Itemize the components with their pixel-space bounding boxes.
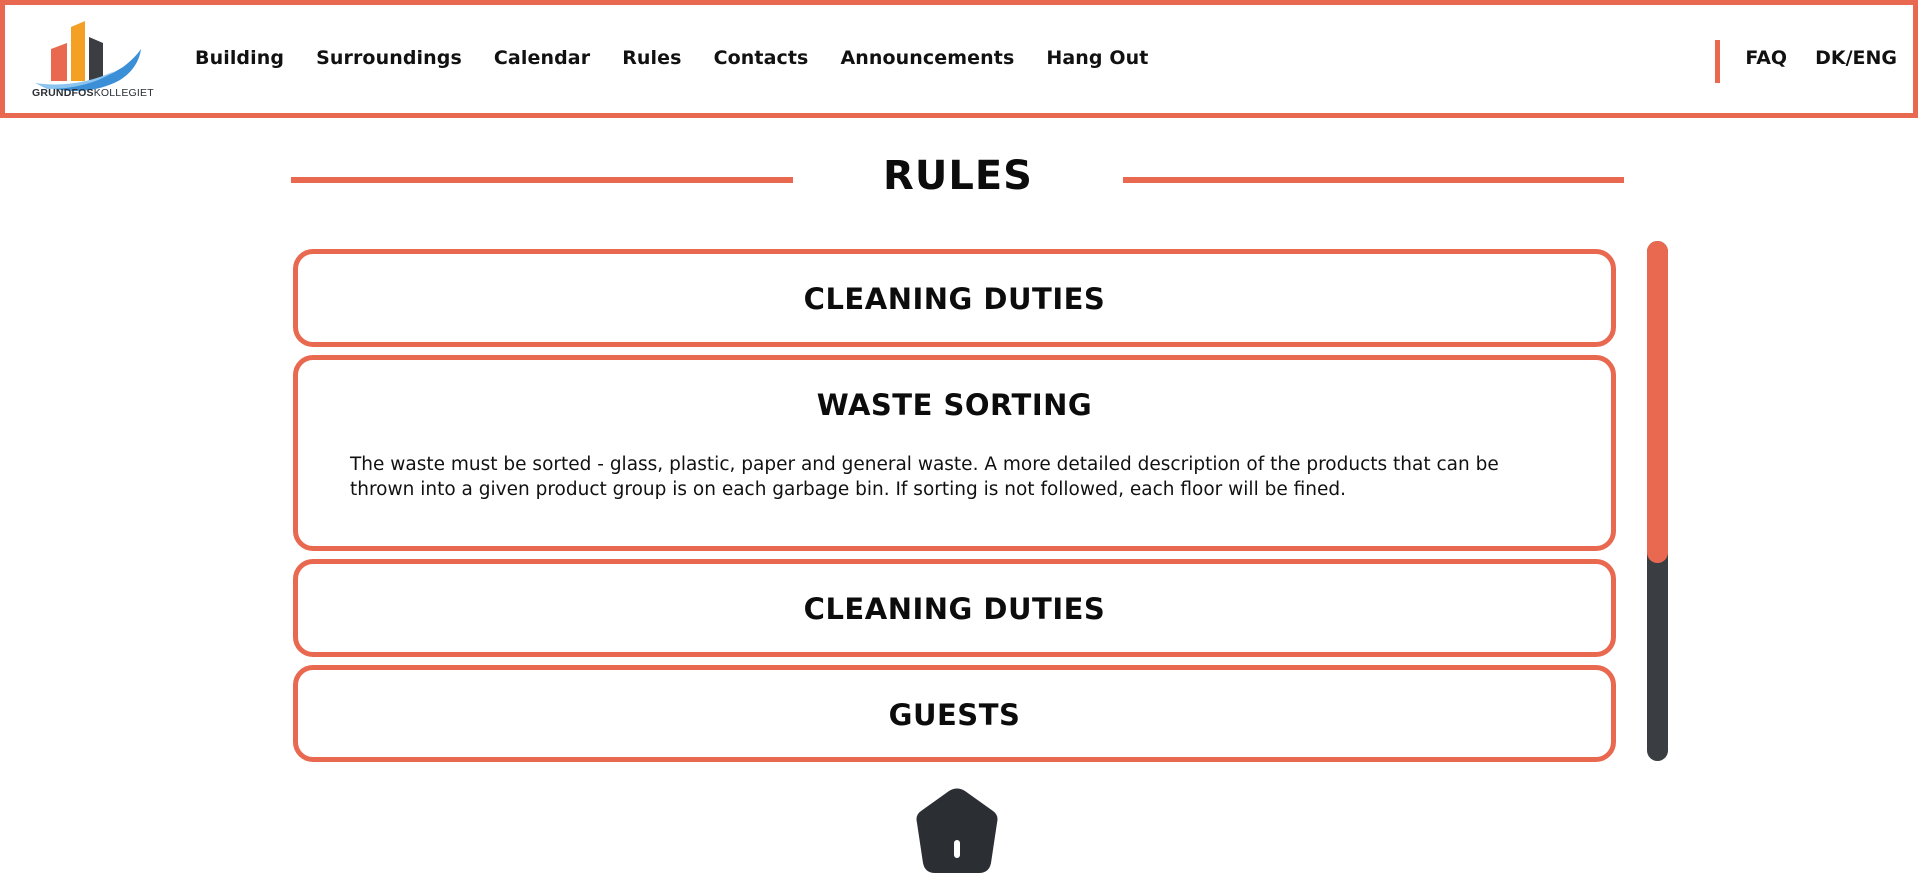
rule-panel-title[interactable]: CLEANING DUTIES (298, 282, 1611, 316)
rule-panel-title[interactable]: GUESTS (298, 698, 1611, 732)
nav-rules[interactable]: Rules (622, 47, 681, 69)
title-divider-left (291, 177, 793, 183)
nav-contacts[interactable]: Contacts (714, 47, 809, 69)
site-header: GRUNDFOSKOLLEGIET Building Surroundings … (0, 0, 1918, 118)
title-divider-right (1123, 177, 1624, 183)
nav-announcements[interactable]: Announcements (840, 47, 1014, 69)
nav-calendar[interactable]: Calendar (494, 47, 590, 69)
nav-building[interactable]: Building (195, 47, 284, 69)
rule-panel-cleaning-duties[interactable]: CLEANING DUTIES (293, 249, 1616, 347)
nav-faq[interactable]: FAQ (1745, 47, 1787, 69)
rules-scrollbar-thumb[interactable] (1647, 241, 1668, 563)
page-title: RULES (883, 153, 1033, 199)
nav-surroundings[interactable]: Surroundings (316, 47, 462, 69)
nav-hang-out[interactable]: Hang Out (1046, 47, 1148, 69)
rule-panel-title[interactable]: WASTE SORTING (298, 388, 1611, 422)
secondary-nav: FAQ DK/ENG (1717, 47, 1897, 69)
logo-wordmark: GRUNDFOSKOLLEGIET (32, 87, 154, 99)
rule-panel-guests[interactable]: GUESTS (293, 665, 1616, 762)
home-icon[interactable] (913, 787, 1001, 877)
rules-scrollbar[interactable] (1647, 241, 1668, 761)
rule-panel-cleaning-duties-2[interactable]: CLEANING DUTIES (293, 559, 1616, 657)
rule-panel-waste-sorting[interactable]: WASTE SORTING The waste must be sorted -… (293, 355, 1616, 551)
main-nav: Building Surroundings Calendar Rules Con… (195, 47, 1180, 69)
rule-panel-body: The waste must be sorted - glass, plasti… (350, 454, 1499, 500)
rule-panel-title[interactable]: CLEANING DUTIES (298, 592, 1611, 626)
language-toggle[interactable]: DK/ENG (1815, 47, 1897, 69)
